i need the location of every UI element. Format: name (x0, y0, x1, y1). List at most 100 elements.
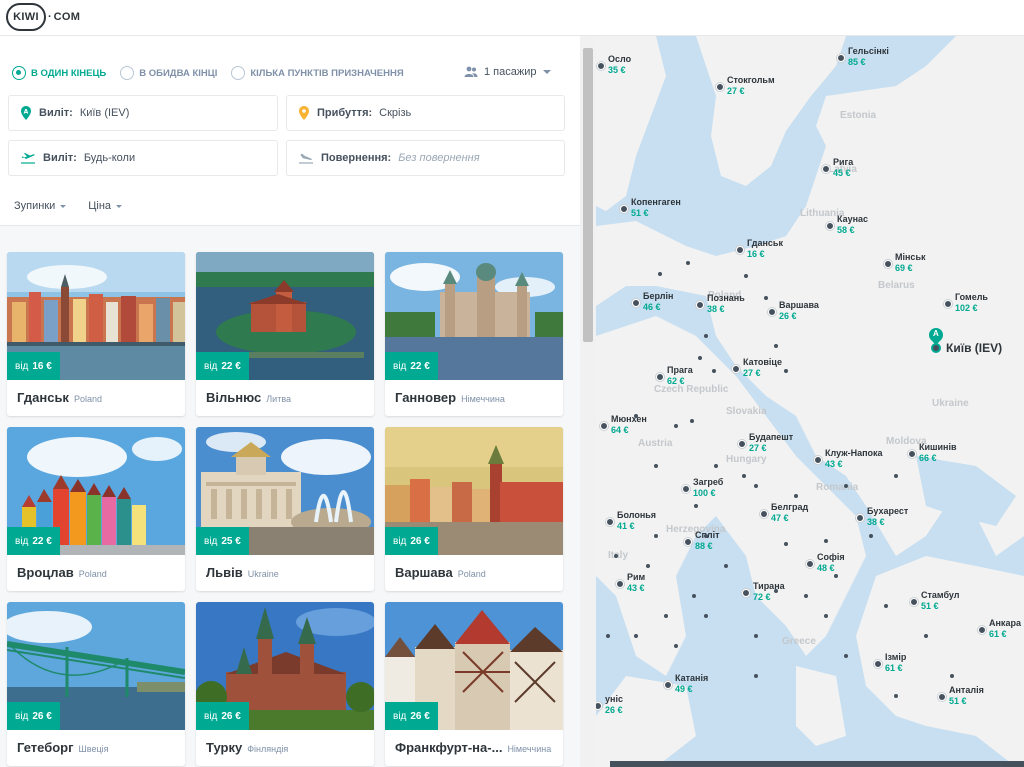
departure-date-field[interactable]: Виліт: Будь-коли (8, 140, 278, 176)
city-dot-icon (760, 510, 768, 518)
destination-field[interactable]: Прибуття: Скрізь (286, 95, 565, 131)
destination-card[interactable]: від 26 € Турку Фінляндія (196, 602, 374, 766)
card-caption: Франкфурт-на-... Німеччина (395, 740, 560, 755)
airport-dot-icon (654, 464, 658, 468)
airport-dot-icon (754, 634, 758, 638)
map-city-price: 38 € (707, 304, 725, 314)
destination-label: Прибуття: (317, 107, 373, 119)
price-badge: від 26 € (385, 702, 438, 730)
airport-dot-icon (844, 484, 848, 488)
card-caption: Вроцлав Poland (17, 565, 182, 580)
card-caption: Вільнюс Литва (206, 390, 371, 405)
country-label: Belarus (878, 280, 915, 291)
map-city-price: 27 € (749, 443, 767, 453)
search-form: В ОДИН КІНЕЦЬ В ОБИДВА КІНЦІ КІЛЬКА ПУНК… (0, 36, 580, 226)
map-city-price: 100 € (693, 488, 716, 498)
price-badge: від 22 € (196, 352, 249, 380)
country-label: Hungary (726, 454, 767, 465)
airport-dot-icon (924, 634, 928, 638)
map-city-price: 102 € (955, 303, 978, 313)
trip-type-return[interactable]: В ОБИДВА КІНЦІ (120, 66, 217, 80)
airport-dot-icon (690, 419, 694, 423)
destination-card[interactable]: від 22 € Вільнюс Литва (196, 252, 374, 416)
city-dot-icon (856, 514, 864, 522)
price-badge: від 25 € (196, 527, 249, 555)
map-city-price: 62 € (667, 376, 685, 386)
destination-card[interactable]: від 22 € Ганновер Німеччина (385, 252, 563, 416)
departure-value: Будь-коли (83, 152, 136, 164)
price-prefix: від (15, 360, 29, 372)
map-city-name: Гельсінкі (848, 46, 889, 56)
airport-dot-icon (884, 604, 888, 608)
country-label: Romania (816, 482, 859, 493)
map-city-name: Каунас (837, 214, 869, 224)
map-city-name: Мюнхен (611, 414, 647, 424)
city-dot-icon (884, 260, 892, 268)
map-city-name: Гданськ (747, 238, 783, 248)
price-value: 26 € (410, 535, 430, 547)
destinations-map[interactable]: Estonia Latvia Lithuania Poland Belarus Czech… (596, 36, 1024, 767)
map-city-name: Бухарест (867, 506, 909, 516)
results-scrollbar[interactable] (580, 36, 596, 767)
kiwi-logo[interactable]: KIWI · COM (6, 3, 80, 31)
destination-card[interactable]: від 16 € Гданськ Poland (7, 252, 185, 416)
filter-stops[interactable]: Зупинки (14, 200, 67, 212)
price-prefix: від (393, 360, 407, 372)
country-label: Slovakia (726, 406, 767, 417)
origin-marker-letter: A (933, 329, 939, 338)
city-dot-icon (910, 598, 918, 606)
origin-field[interactable]: A Виліт: Київ (IEV) (8, 95, 278, 131)
price-badge: від 26 € (7, 702, 60, 730)
airport-dot-icon (824, 614, 828, 618)
radio-selected-icon (12, 66, 26, 80)
logo-suffix: COM (53, 11, 81, 23)
return-date-field[interactable]: Повернення: Без повернення (286, 140, 565, 176)
airport-dot-icon (754, 484, 758, 488)
map-bottom-bar (610, 761, 1024, 767)
city-dot-icon (742, 589, 750, 597)
passengers-dropdown[interactable]: 1 пасажир (464, 66, 551, 78)
airport-dot-icon (634, 634, 638, 638)
filter-price[interactable]: Ціна (88, 200, 123, 212)
destination-card[interactable]: від 26 € Гетеборг Швеція (7, 602, 185, 766)
destination-card[interactable]: від 25 € Львів Ukraine (196, 427, 374, 591)
map-city-name: Прага (667, 365, 693, 375)
card-city: Вроцлав (17, 565, 74, 580)
card-country: Німеччина (507, 744, 552, 754)
destination-card[interactable]: від 26 € Варшава Poland (385, 427, 563, 591)
city-dot-icon (716, 83, 724, 91)
passengers-value: 1 пасажир (484, 66, 537, 78)
price-prefix: від (15, 535, 29, 547)
scrollbar-thumb[interactable] (583, 48, 593, 342)
destination-card[interactable]: від 22 € Вроцлав Poland (7, 427, 185, 591)
price-prefix: від (204, 710, 218, 722)
landing-icon (299, 153, 313, 164)
card-caption: Турку Фінляндія (206, 740, 371, 755)
city-dot-icon (600, 422, 608, 430)
price-prefix: від (393, 535, 407, 547)
map-city-price: 43 € (825, 459, 843, 469)
trip-type-selector: В ОДИН КІНЕЦЬ В ОБИДВА КІНЦІ КІЛЬКА ПУНК… (12, 66, 418, 80)
logo-dot: · (48, 11, 52, 23)
radio-icon (120, 66, 135, 80)
price-badge: від 16 € (7, 352, 60, 380)
country-label: Italy (608, 550, 629, 561)
airport-dot-icon (674, 424, 678, 428)
trip-type-multicity[interactable]: КІЛЬКА ПУНКТІВ ПРИЗНАЧЕННЯ (231, 66, 404, 80)
map-city-price: 26 € (605, 705, 623, 715)
card-city: Львів (206, 565, 243, 580)
price-value: 22 € (221, 360, 241, 372)
airport-dot-icon (694, 504, 698, 508)
trip-type-one-way[interactable]: В ОДИН КІНЕЦЬ (12, 66, 106, 80)
airport-dot-icon (634, 414, 638, 418)
card-country: Ukraine (247, 569, 279, 579)
price-value: 22 € (32, 535, 52, 547)
destination-value: Скрізь (379, 107, 412, 119)
airport-dot-icon (950, 674, 954, 678)
destination-card[interactable]: від 26 € Франкфурт-на-... Німеччина (385, 602, 563, 766)
price-badge: від 22 € (7, 527, 60, 555)
logo-badge: KIWI (6, 3, 46, 31)
map-city-name: Стокгольм (727, 75, 775, 85)
map-city-price: 85 € (848, 57, 866, 67)
airport-dot-icon (698, 356, 702, 360)
